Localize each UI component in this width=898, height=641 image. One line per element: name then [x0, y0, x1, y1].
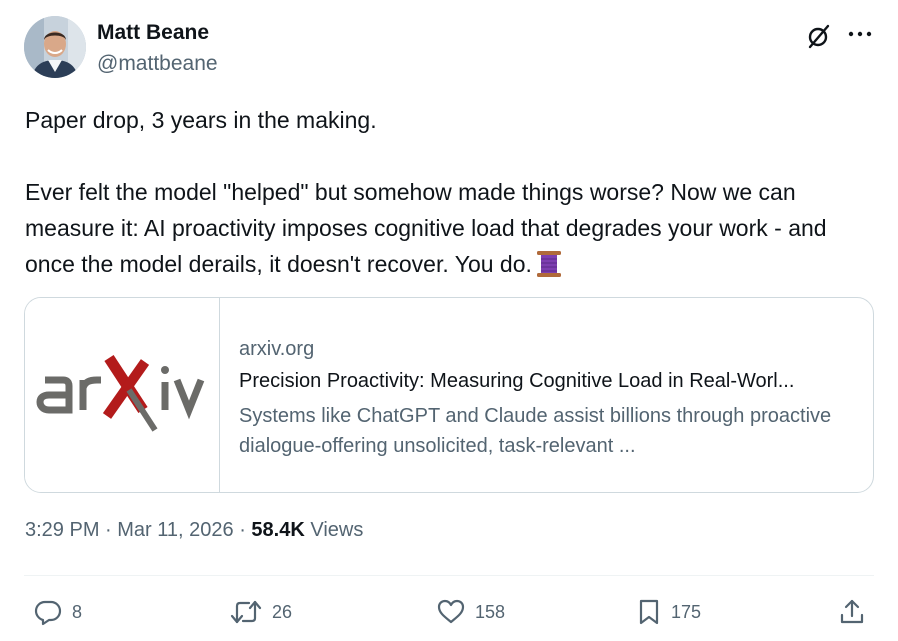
like-button[interactable]: 158	[437, 596, 505, 628]
bookmark-count: 175	[671, 601, 702, 622]
views-label: Views	[304, 519, 364, 541]
card-thumbnail[interactable]	[25, 298, 220, 492]
repost-icon	[230, 600, 262, 624]
card-title: Precision Proactivity: Measuring Cogniti…	[239, 370, 795, 392]
tweet: Matt Beane @mattbeane Paper drop, 3 year…	[0, 0, 898, 641]
bookmark-icon	[639, 599, 659, 625]
author-name[interactable]: Matt Beane	[97, 21, 209, 45]
more-icon[interactable]	[846, 22, 874, 50]
tweet-time[interactable]: 3:29 PM	[25, 519, 99, 541]
tweet-text-paragraph: Ever felt the model "helped" but somehow…	[25, 174, 873, 288]
arxiv-logo	[36, 354, 205, 432]
reply-icon	[34, 600, 62, 626]
author-handle[interactable]: @mattbeane	[97, 52, 218, 76]
reply-count: 8	[72, 601, 83, 622]
like-count: 158	[475, 601, 506, 622]
views-count: 58.4K	[251, 519, 305, 541]
meta-separator: ·	[233, 519, 252, 541]
reply-button[interactable]: 8	[34, 596, 82, 628]
tweet-date[interactable]: Mar 11, 2026	[117, 519, 233, 541]
divider	[24, 575, 874, 576]
share-button[interactable]	[838, 596, 866, 628]
repost-count: 26	[272, 601, 293, 622]
tweet-text-line: Paper drop, 3 years in the making.	[25, 107, 377, 133]
bookmark-button[interactable]: 175	[637, 596, 701, 628]
tweet-text-line: Ever felt the model "helped" but somehow…	[25, 179, 827, 277]
tweet-meta: 3:29 PM · Mar 11, 2026 · 58.4K Views	[25, 519, 363, 542]
like-icon	[437, 599, 465, 624]
grok-icon[interactable]	[805, 22, 833, 50]
repost-button[interactable]: 26	[230, 596, 292, 628]
tweet-text: Paper drop, 3 years in the making. Ever …	[25, 102, 873, 288]
meta-separator: ·	[99, 519, 118, 541]
link-card[interactable]: arxiv.org Precision Proactivity: Measuri…	[24, 297, 874, 493]
card-description: Systems like ChatGPT and Claude assist b…	[239, 405, 832, 457]
share-icon	[840, 599, 864, 624]
card-domain: arxiv.org	[239, 338, 315, 360]
avatar[interactable]	[24, 16, 86, 78]
spool-icon	[536, 250, 562, 288]
